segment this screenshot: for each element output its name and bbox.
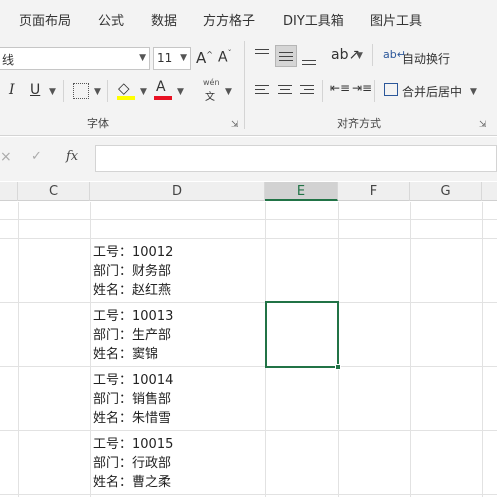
column-header-c[interactable]: C bbox=[18, 182, 90, 201]
phonetic-top[interactable]: wén bbox=[203, 78, 220, 87]
increase-indent-icon[interactable]: ⇥≡ bbox=[352, 81, 372, 95]
font-size-value: 11 bbox=[157, 51, 173, 65]
record-dept-line: 部门：行政部 bbox=[93, 456, 172, 471]
formula-bar: × ✓ fx bbox=[0, 137, 497, 181]
phonetic-icon[interactable]: 文 bbox=[205, 88, 215, 103]
enter-icon[interactable]: ✓ bbox=[31, 149, 42, 164]
chevron-down-icon: ▼ bbox=[180, 53, 187, 63]
cancel-icon[interactable]: × bbox=[0, 149, 12, 165]
record-name-line: 姓名：曹之柔 bbox=[93, 475, 172, 490]
chevron-down-icon[interactable]: ▼ bbox=[356, 51, 363, 61]
merge-center-button[interactable]: 合并后居中 bbox=[402, 83, 462, 100]
fill-color-icon[interactable]: ◇ bbox=[118, 79, 130, 97]
chevron-down-icon[interactable]: ▼ bbox=[49, 87, 56, 97]
font-group-label: 字体 bbox=[87, 117, 109, 130]
formula-input[interactable] bbox=[95, 145, 497, 172]
divider bbox=[374, 80, 375, 102]
shrink-font-icon[interactable]: Aˇ bbox=[218, 49, 232, 66]
record-id-line: 工号：10012 bbox=[93, 245, 174, 260]
divider bbox=[322, 80, 323, 102]
record-id-line: 工号：10014 bbox=[93, 373, 174, 388]
align-middle-icon[interactable] bbox=[275, 45, 297, 67]
font-name-select[interactable]: 线 ▼ bbox=[0, 47, 150, 70]
font-color-button[interactable]: A bbox=[156, 79, 166, 95]
chevron-down-icon[interactable]: ▼ bbox=[177, 87, 184, 97]
record-dept-line: 部门：销售部 bbox=[93, 392, 172, 407]
tab-fangfanggezi[interactable]: 方方格子 bbox=[203, 10, 255, 29]
record-name-line: 姓名：赵红燕 bbox=[93, 283, 172, 298]
chevron-down-icon[interactable]: ▼ bbox=[140, 87, 147, 97]
ribbon: 线 ▼ 11 ▼ A^ Aˇ I U ▼ ▼ ◇ ▼ A ▼ wén 文 ▼ 字… bbox=[0, 36, 497, 136]
align-left-icon[interactable] bbox=[255, 84, 271, 98]
record-name-line: 姓名：朱惜雪 bbox=[93, 411, 172, 426]
column-header-e[interactable]: E bbox=[265, 182, 338, 201]
column-header-f[interactable]: F bbox=[338, 182, 410, 201]
align-top-icon[interactable] bbox=[252, 47, 272, 65]
chevron-down-icon[interactable]: ▼ bbox=[470, 87, 477, 97]
record-name-line: 姓名：窦锦 bbox=[93, 347, 159, 362]
divider bbox=[63, 80, 64, 102]
chevron-down-icon[interactable]: ▼ bbox=[225, 87, 232, 97]
insert-function-button[interactable]: fx bbox=[66, 149, 78, 164]
underline-button[interactable]: U bbox=[30, 82, 40, 98]
alignment-group-label: 对齐方式 bbox=[337, 117, 381, 130]
selected-cell[interactable] bbox=[265, 301, 339, 368]
grow-font-icon[interactable]: A^ bbox=[196, 49, 213, 67]
divider bbox=[107, 80, 108, 102]
chevron-down-icon: ▼ bbox=[139, 53, 146, 63]
record-id-line: 工号：10013 bbox=[93, 309, 174, 324]
record-dept-line: 部门：财务部 bbox=[93, 264, 172, 279]
record-dept-line: 部门：生产部 bbox=[93, 328, 172, 343]
align-bottom-icon[interactable] bbox=[299, 47, 319, 67]
column-headers: C D E F G bbox=[0, 182, 497, 201]
fill-handle[interactable] bbox=[335, 364, 341, 370]
font-name-value: 线 bbox=[2, 53, 15, 67]
column-header-g[interactable]: G bbox=[410, 182, 482, 201]
decrease-indent-icon[interactable]: ⇤≡ bbox=[330, 81, 350, 95]
tab-data[interactable]: 数据 bbox=[151, 10, 177, 29]
tab-picture-tools[interactable]: 图片工具 bbox=[370, 10, 422, 29]
record-id-line: 工号：10015 bbox=[93, 437, 174, 452]
wrap-text-button[interactable]: 自动换行 bbox=[402, 50, 450, 67]
tab-diy-toolbox[interactable]: DIY工具箱 bbox=[283, 10, 344, 29]
align-right-icon[interactable] bbox=[300, 84, 316, 98]
font-size-select[interactable]: 11 ▼ bbox=[153, 47, 191, 70]
menu-bar: 页面布局 公式 数据 方方格子 DIY工具箱 图片工具 bbox=[0, 0, 497, 36]
border-icon[interactable] bbox=[73, 83, 89, 99]
tab-formulas[interactable]: 公式 bbox=[98, 10, 124, 29]
tab-page-layout[interactable]: 页面布局 bbox=[19, 10, 71, 29]
dialog-launcher-icon[interactable]: ⇲ bbox=[479, 120, 487, 130]
italic-button[interactable]: I bbox=[9, 82, 15, 98]
fill-color-swatch bbox=[117, 96, 135, 100]
merge-center-icon[interactable] bbox=[384, 83, 398, 96]
dialog-launcher-icon[interactable]: ⇲ bbox=[231, 120, 239, 130]
column-header-d[interactable]: D bbox=[90, 182, 265, 201]
align-center-icon[interactable] bbox=[278, 84, 294, 98]
group-divider bbox=[244, 41, 245, 129]
divider bbox=[372, 44, 373, 66]
column-header-stub[interactable] bbox=[0, 182, 18, 201]
font-color-swatch bbox=[154, 96, 172, 100]
chevron-down-icon[interactable]: ▼ bbox=[94, 87, 101, 97]
